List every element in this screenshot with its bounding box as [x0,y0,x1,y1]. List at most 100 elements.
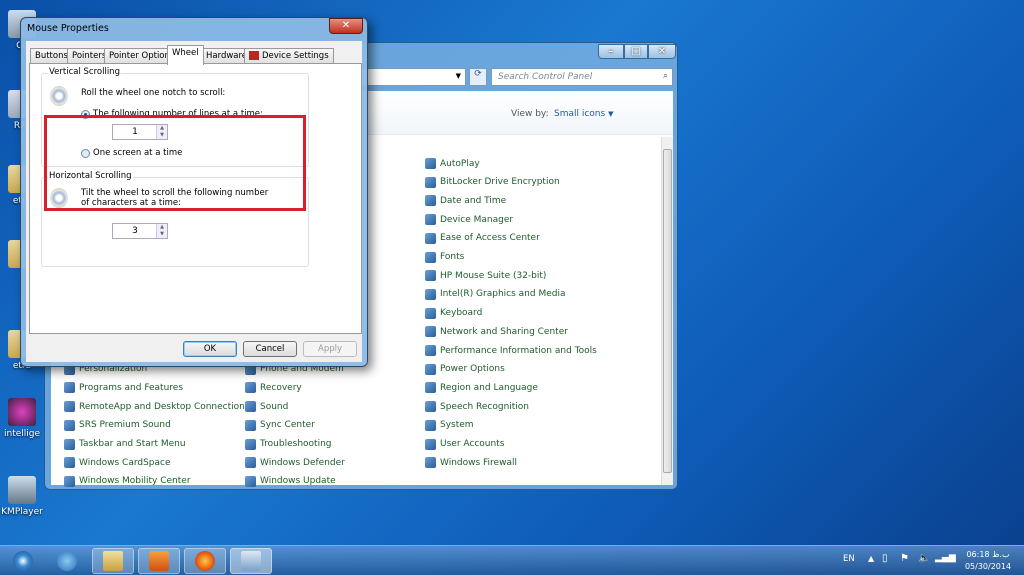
item-icon [425,401,436,413]
item-icon [425,232,436,244]
taskbar-firefox[interactable] [184,548,226,574]
dialog-title: Mouse Properties [27,23,109,34]
control-panel-item[interactable]: Intel(R) Graphics and Media [425,288,566,300]
control-panel-item[interactable]: HP Mouse Suite (32-bit) [425,270,546,282]
item-icon [64,457,75,469]
show-hidden-icons[interactable]: ▲ [868,554,874,563]
item-icon [425,270,436,282]
control-panel-item[interactable]: Sound [245,401,288,413]
scrollbar[interactable] [661,137,673,485]
item-icon [425,345,436,356]
clock[interactable]: 06:18 ب.ظ 05/30/2014 [955,549,1021,573]
control-panel-item[interactable]: Region and Language [425,382,538,394]
volume-icon[interactable]: 🔈 [918,553,930,564]
scrollbar-thumb[interactable] [663,149,672,473]
control-panel-item[interactable]: BitLocker Drive Encryption [425,176,560,188]
device-settings-icon [249,51,259,60]
item-icon [425,419,436,431]
control-panel-item[interactable]: Fonts [425,251,464,263]
internet-explorer-icon [57,551,77,571]
control-panel-item[interactable]: Windows Update [245,475,336,487]
wheel-tab-panel: Vertical Scrolling Roll the wheel one no… [29,63,362,334]
item-icon [64,419,75,431]
item-icon [425,438,436,450]
item-icon [425,251,436,263]
mouse-properties-dialog: Mouse Properties ✕ Buttons Pointers Poin… [20,17,368,367]
chevron-down-icon: ▼ [608,110,614,118]
taskbar-explorer[interactable] [92,548,134,574]
item-icon [425,382,436,394]
item-icon [64,382,75,394]
tab-device-settings[interactable]: Device Settings [244,48,334,64]
control-panel-item[interactable]: User Accounts [425,438,504,450]
control-panel-item[interactable]: Troubleshooting [245,438,332,450]
control-panel-item[interactable]: Performance Information and Tools [425,345,597,356]
item-icon [425,158,436,169]
refresh-icon[interactable]: ⟳ [469,68,487,86]
item-icon [245,475,256,487]
search-icon: ⌕ [662,71,668,81]
taskbar-media-player[interactable] [138,548,180,574]
tab-wheel[interactable]: Wheel [167,45,204,65]
control-panel-item[interactable]: Windows CardSpace [64,457,171,469]
wheel-icon [50,86,68,106]
item-icon [425,288,436,300]
control-panel-item[interactable]: Sync Center [245,419,315,431]
control-panel-item[interactable]: Ease of Access Center [425,232,540,244]
control-panel-icon [241,551,261,571]
close-button[interactable]: ✕ [648,44,676,59]
control-panel-item[interactable]: Network and Sharing Center [425,326,568,338]
control-panel-item[interactable]: Speech Recognition [425,401,529,413]
item-icon [425,457,436,469]
control-panel-item[interactable]: Windows Firewall [425,457,517,469]
desktop-icon-kmplayer[interactable]: KMPlayer [0,476,44,517]
control-panel-item[interactable]: Taskbar and Start Menu [64,438,186,450]
maximize-button[interactable]: □ [624,44,648,59]
control-panel-item[interactable]: SRS Premium Sound [64,419,171,431]
item-icon [245,438,256,450]
action-center-flag-icon[interactable]: ⚑ [900,553,909,564]
minimize-button[interactable]: – [598,44,624,59]
highlight-rectangle [44,115,306,211]
windows-logo-icon [13,551,33,571]
view-by-dropdown[interactable]: Small icons ▼ [554,109,613,119]
taskbar-ie[interactable] [46,548,88,574]
control-panel-item[interactable]: RemoteApp and Desktop Connections [64,401,250,413]
cancel-button[interactable]: Cancel [243,341,297,357]
item-icon [245,419,256,431]
item-icon [245,382,256,394]
control-panel-item[interactable]: Recovery [245,382,302,394]
start-button[interactable] [2,548,44,574]
media-player-icon [149,551,169,571]
characters-stepper[interactable]: 3 ▲ ▼ [112,223,168,239]
firefox-icon [195,551,215,571]
dialog-close-button[interactable]: ✕ [329,18,363,34]
control-panel-item[interactable]: System [425,419,474,431]
apply-button[interactable]: Apply [303,341,357,357]
network-signal-icon[interactable]: ▂▄▆ [935,553,956,563]
device-icon[interactable]: ▯ [882,553,888,564]
search-input[interactable]: Search Control Panel ⌕ [491,68,673,86]
taskbar: EN ▲ ▯ ⚑ 🔈 ▂▄▆ 06:18 ب.ظ 05/30/2014 [0,545,1024,575]
control-panel-item[interactable]: Windows Defender [245,457,345,469]
item-icon [425,307,436,319]
control-panel-item[interactable]: Device Manager [425,214,513,226]
item-icon [425,363,436,375]
language-indicator[interactable]: EN [843,554,855,564]
item-icon [64,401,75,413]
item-icon [245,401,256,413]
item-icon [64,475,75,487]
item-icon [425,214,436,226]
item-icon [425,326,436,338]
ok-button[interactable]: OK [183,341,237,357]
control-panel-item[interactable]: Windows Mobility Center [64,475,191,487]
control-panel-item[interactable]: Keyboard [425,307,482,319]
control-panel-item[interactable]: AutoPlay [425,158,480,169]
stepper-arrows-icon[interactable]: ▲ ▼ [156,224,167,238]
control-panel-item[interactable]: Programs and Features [64,382,183,394]
control-panel-item[interactable]: Date and Time [425,195,506,207]
control-panel-item[interactable]: Power Options [425,363,505,375]
chevron-down-icon[interactable]: ▼ [456,72,461,80]
taskbar-control-panel[interactable] [230,548,272,574]
desktop-icon-intellige[interactable]: intellige [0,398,44,439]
